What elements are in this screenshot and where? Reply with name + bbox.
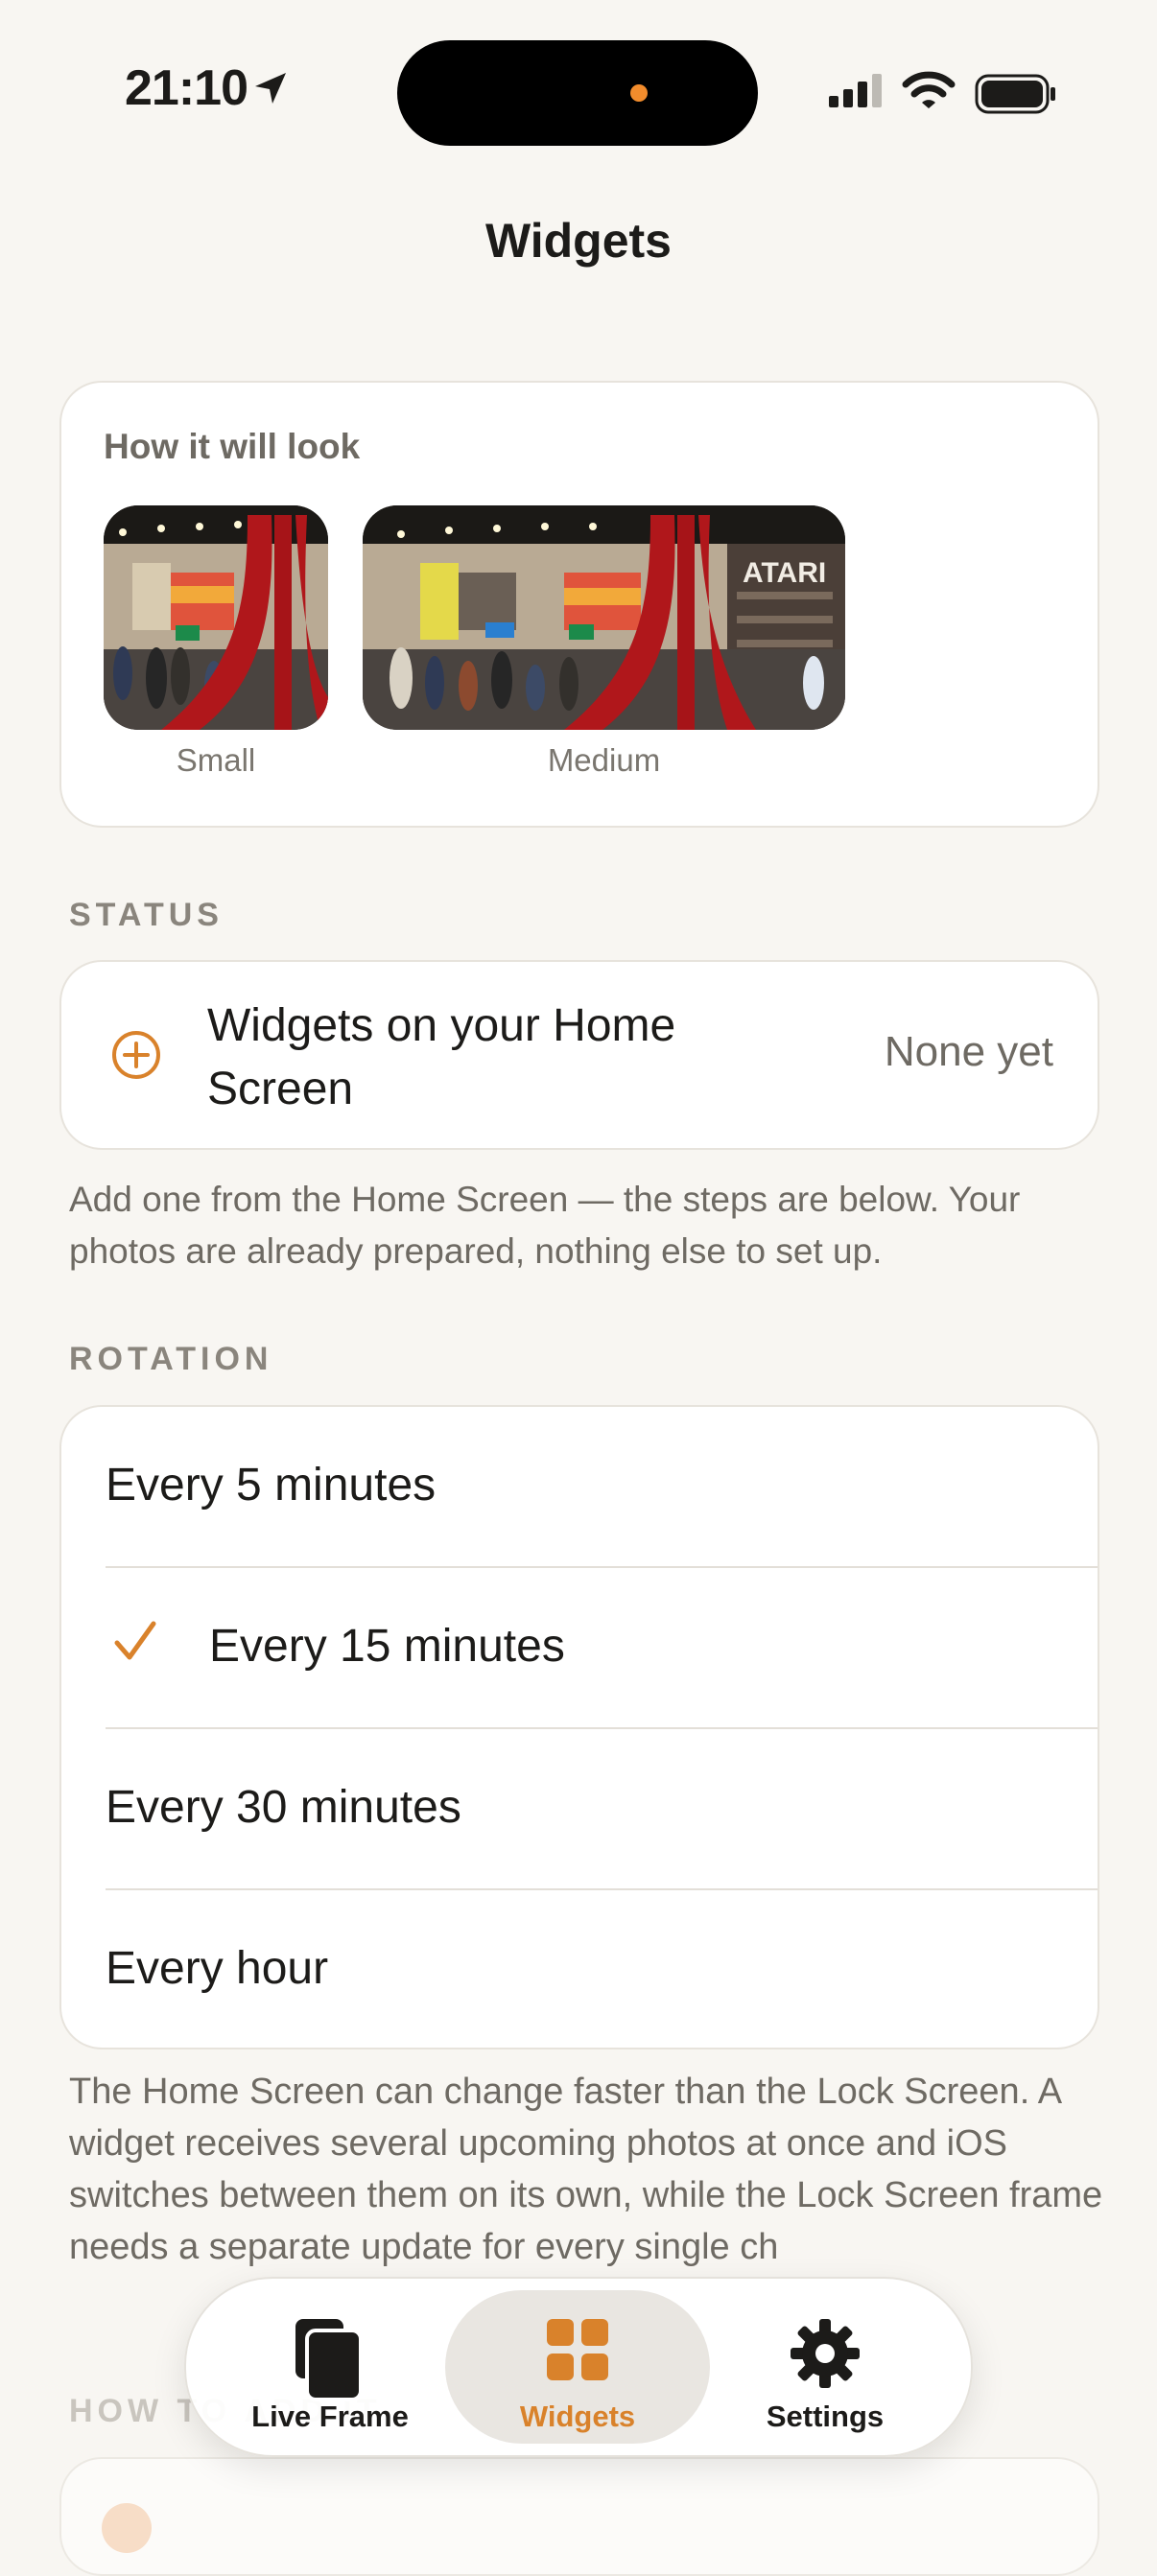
checkmark-icon bbox=[114, 1621, 156, 1660]
rotation-option-label: Every 15 minutes bbox=[209, 1621, 565, 1672]
status-note: Add one from the Home Screen — the steps… bbox=[69, 1180, 1021, 1271]
add-circle-icon bbox=[112, 1031, 160, 1079]
tab-widgets[interactable]: Widgets bbox=[445, 2290, 710, 2444]
gear-icon bbox=[693, 2317, 957, 2395]
medium-preview-caption: Medium bbox=[547, 742, 661, 778]
battery-icon bbox=[975, 74, 1055, 114]
preview-title: How it will look bbox=[104, 427, 361, 466]
rotation-option-every-hour[interactable]: Every hour bbox=[61, 1890, 1098, 2048]
wifi-icon bbox=[902, 71, 956, 108]
medium-widget-preview: ATARI bbox=[363, 505, 845, 730]
rotation-option-15-minutes[interactable]: Every 15 minutes bbox=[61, 1568, 1098, 1729]
dynamic-island bbox=[397, 40, 758, 146]
rotation-options-card: Every 5 minutes Every 15 minutes Every 3… bbox=[59, 1405, 1099, 2049]
location-arrow-icon bbox=[255, 73, 286, 104]
atari-sign-text: ATARI bbox=[743, 557, 826, 589]
stacked-frames-icon bbox=[198, 2317, 462, 2408]
status-value: None yet bbox=[884, 1028, 1053, 1075]
tab-label: Live Frame bbox=[251, 2400, 409, 2433]
grid-icon bbox=[445, 2317, 710, 2387]
status-title: Widgets on your Home Screen bbox=[207, 1000, 676, 1114]
rotation-option-label: Every hour bbox=[106, 1943, 329, 1994]
small-widget-preview bbox=[104, 505, 328, 730]
medium-preview-photo: ATARI bbox=[363, 505, 845, 730]
rotation-option-label: Every 30 minutes bbox=[106, 1782, 461, 1833]
tab-live-frame[interactable]: Live Frame bbox=[198, 2290, 462, 2444]
small-preview-caption: Small bbox=[176, 742, 256, 778]
rotation-note: The Home Screen can change faster than t… bbox=[69, 2072, 1103, 2267]
howto-card bbox=[59, 2457, 1099, 2576]
tab-bar: Live Frame Widgets Settings bbox=[184, 2277, 973, 2457]
small-preview-photo bbox=[104, 505, 328, 730]
page-title: Widgets bbox=[485, 214, 672, 268]
status-section-label: STATUS bbox=[69, 897, 224, 933]
status-time: 21:10 bbox=[125, 60, 248, 116]
privacy-indicator bbox=[630, 84, 648, 102]
cellular-signal-icon bbox=[829, 74, 882, 107]
rotation-option-5-minutes[interactable]: Every 5 minutes bbox=[61, 1407, 1098, 1568]
tab-settings[interactable]: Settings bbox=[693, 2290, 957, 2444]
rotation-option-30-minutes[interactable]: Every 30 minutes bbox=[61, 1729, 1098, 1890]
rotation-option-label: Every 5 minutes bbox=[106, 1460, 437, 1510]
rotation-section-label: ROTATION bbox=[69, 1341, 273, 1377]
step-number-badge bbox=[102, 2503, 152, 2553]
tab-label: Settings bbox=[766, 2400, 885, 2433]
tab-label: Widgets bbox=[519, 2400, 636, 2433]
